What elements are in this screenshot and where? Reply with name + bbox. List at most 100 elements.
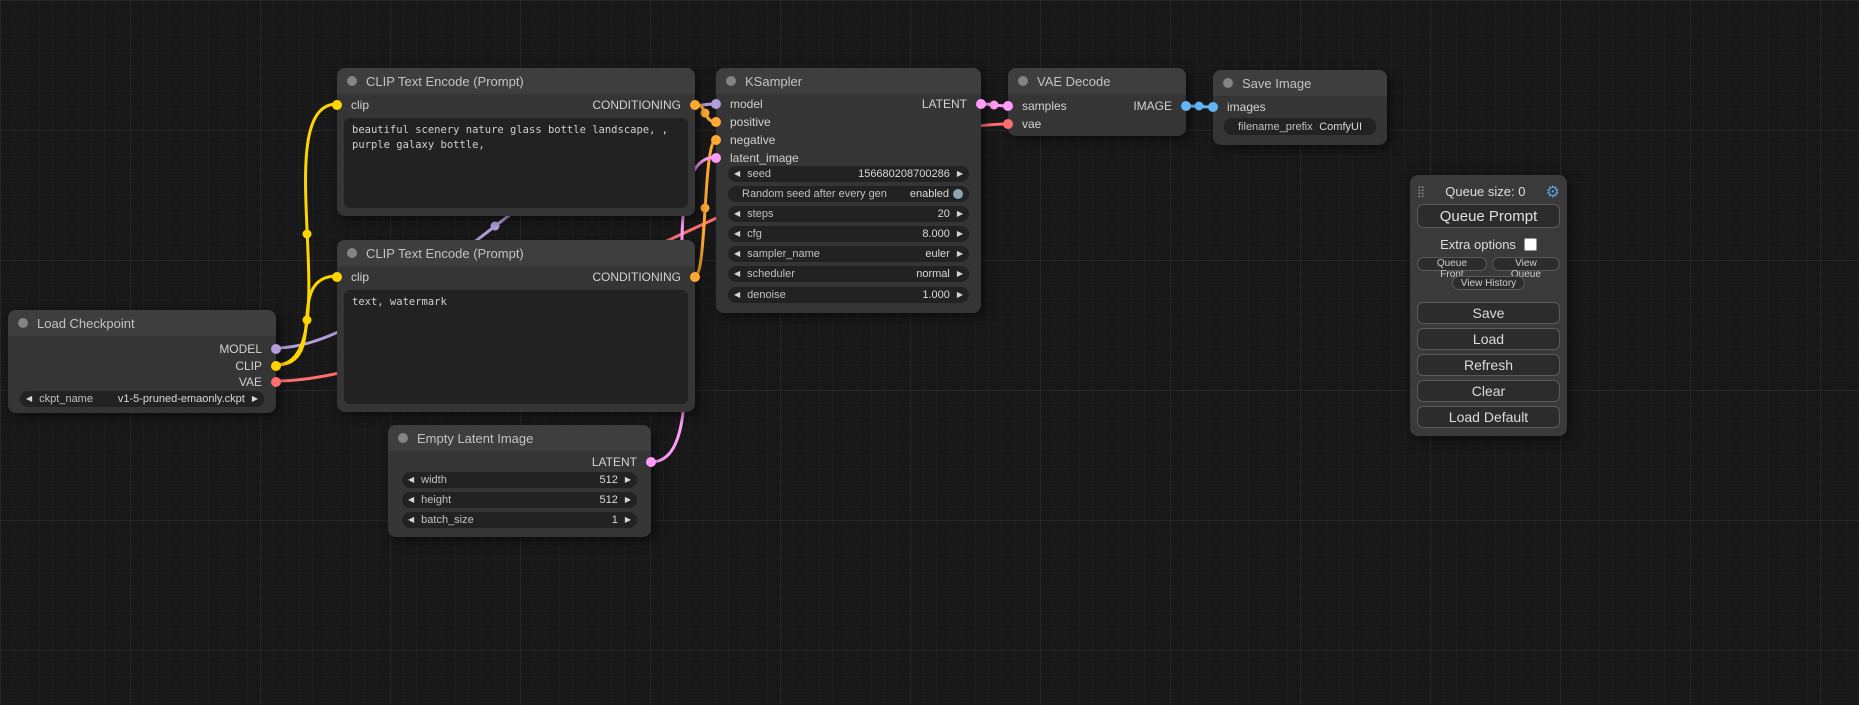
widget-label: Random seed after every gen — [742, 188, 887, 200]
output-slot-vae: VAE — [8, 373, 276, 390]
increment-arrow-icon[interactable]: ▶ — [625, 496, 631, 504]
width-widget[interactable]: ◀ width 512 ▶ — [402, 472, 637, 488]
slot-label: LATENT — [592, 455, 637, 469]
decrement-arrow-icon[interactable]: ◀ — [408, 476, 414, 484]
collapse-dot-icon[interactable] — [1018, 76, 1028, 86]
widget-value: euler — [925, 248, 949, 260]
widget-label: denoise — [747, 289, 786, 301]
slot-label: MODEL — [219, 342, 262, 356]
node-vae-decode[interactable]: VAE Decode samples IMAGE vae — [1008, 68, 1186, 136]
decrement-arrow-icon[interactable]: ◀ — [734, 270, 740, 278]
image-slot-dot[interactable] — [1208, 102, 1218, 112]
seed-widget[interactable]: ◀ seed 156680208700286 ▶ — [728, 166, 969, 182]
increment-arrow-icon[interactable]: ▶ — [625, 476, 631, 484]
model-slot-dot[interactable] — [271, 344, 281, 354]
decrement-arrow-icon[interactable]: ◀ — [26, 395, 32, 403]
widget-label: scheduler — [747, 268, 795, 280]
decrement-arrow-icon[interactable]: ◀ — [734, 291, 740, 299]
prompt-textarea[interactable]: beautiful scenery nature glass bottle la… — [344, 118, 688, 208]
queue-front-button[interactable]: Queue Front — [1417, 257, 1487, 271]
node-title-bar[interactable]: CLIP Text Encode (Prompt) — [337, 68, 695, 94]
node-title-bar[interactable]: Empty Latent Image — [388, 425, 651, 451]
steps-widget[interactable]: ◀ steps 20 ▶ — [728, 206, 969, 222]
collapse-dot-icon[interactable] — [18, 318, 28, 328]
increment-arrow-icon[interactable]: ▶ — [957, 291, 963, 299]
decrement-arrow-icon[interactable]: ◀ — [734, 170, 740, 178]
input-slot-positive: positive — [716, 113, 981, 130]
clip-slot-dot[interactable] — [271, 361, 281, 371]
filename-prefix-widget[interactable]: filename_prefix ComfyUI — [1224, 118, 1376, 135]
collapse-dot-icon[interactable] — [726, 76, 736, 86]
increment-arrow-icon[interactable]: ▶ — [957, 210, 963, 218]
node-load-checkpoint[interactable]: Load Checkpoint MODEL CLIP VAE ◀ ckpt_na… — [8, 310, 276, 413]
image-slot-dot[interactable] — [1181, 101, 1191, 111]
conditioning-slot-dot[interactable] — [711, 135, 721, 145]
wire-dot-model — [491, 222, 500, 231]
vae-slot-dot[interactable] — [271, 377, 281, 387]
node-title-bar[interactable]: KSampler — [716, 68, 981, 94]
decrement-arrow-icon[interactable]: ◀ — [734, 250, 740, 258]
node-empty-latent-image[interactable]: Empty Latent Image LATENT ◀ width 512 ▶ … — [388, 425, 651, 537]
denoise-widget[interactable]: ◀ denoise 1.000 ▶ — [728, 287, 969, 303]
scheduler-widget[interactable]: ◀ scheduler normal ▶ — [728, 266, 969, 282]
increment-arrow-icon[interactable]: ▶ — [957, 170, 963, 178]
latent-slot-dot[interactable] — [711, 153, 721, 163]
increment-arrow-icon[interactable]: ▶ — [957, 230, 963, 238]
decrement-arrow-icon[interactable]: ◀ — [734, 230, 740, 238]
cfg-widget[interactable]: ◀ cfg 8.000 ▶ — [728, 226, 969, 242]
batch-size-widget[interactable]: ◀ batch_size 1 ▶ — [402, 512, 637, 528]
node-clip-text-encode-positive[interactable]: CLIP Text Encode (Prompt) clip CONDITION… — [337, 68, 695, 216]
control-after-generate-widget[interactable]: Random seed after every gen enabled — [728, 186, 969, 202]
node-title-bar[interactable]: Load Checkpoint — [8, 310, 276, 336]
node-ksampler[interactable]: KSampler model LATENT positive negative … — [716, 68, 981, 313]
collapse-dot-icon[interactable] — [398, 433, 408, 443]
node-title-bar[interactable]: Save Image — [1213, 70, 1387, 96]
node-clip-text-encode-negative[interactable]: CLIP Text Encode (Prompt) clip CONDITION… — [337, 240, 695, 412]
widget-label: filename_prefix — [1238, 121, 1313, 133]
latent-slot-dot[interactable] — [646, 457, 656, 467]
sampler-name-widget[interactable]: ◀ sampler_name euler ▶ — [728, 246, 969, 262]
increment-arrow-icon[interactable]: ▶ — [957, 250, 963, 258]
settings-gear-icon[interactable]: ⚙ — [1546, 182, 1560, 201]
toggle-dot-icon[interactable] — [953, 189, 963, 199]
conditioning-slot-dot[interactable] — [690, 272, 700, 282]
decrement-arrow-icon[interactable]: ◀ — [408, 516, 414, 524]
collapse-dot-icon[interactable] — [347, 248, 357, 258]
slot-label: negative — [730, 133, 775, 147]
widget-label: sampler_name — [747, 248, 820, 260]
queue-prompt-button[interactable]: Queue Prompt — [1417, 204, 1560, 228]
view-queue-button[interactable]: View Queue — [1492, 257, 1560, 271]
collapse-dot-icon[interactable] — [1223, 78, 1233, 88]
increment-arrow-icon[interactable]: ▶ — [625, 516, 631, 524]
decrement-arrow-icon[interactable]: ◀ — [734, 210, 740, 218]
extra-options-checkbox[interactable] — [1524, 238, 1537, 251]
drag-handle-icon[interactable]: ⣿ — [1417, 185, 1425, 198]
load-button[interactable]: Load — [1417, 328, 1560, 350]
load-default-button[interactable]: Load Default — [1417, 406, 1560, 428]
conditioning-slot-dot[interactable] — [690, 100, 700, 110]
widget-value: 1.000 — [922, 289, 950, 301]
refresh-button[interactable]: Refresh — [1417, 354, 1560, 376]
queue-panel-header: ⣿ Queue size: 0 ⚙ — [1417, 181, 1560, 201]
collapse-dot-icon[interactable] — [347, 76, 357, 86]
widget-value: ComfyUI — [1319, 121, 1362, 133]
ckpt-name-widget[interactable]: ◀ ckpt_name v1-5-pruned-emaonly.ckpt ▶ — [20, 391, 264, 407]
increment-arrow-icon[interactable]: ▶ — [252, 395, 258, 403]
node-title-bar[interactable]: VAE Decode — [1008, 68, 1186, 94]
decrement-arrow-icon[interactable]: ◀ — [408, 496, 414, 504]
vae-slot-dot[interactable] — [1003, 119, 1013, 129]
clear-button[interactable]: Clear — [1417, 380, 1560, 402]
latent-slot-dot[interactable] — [976, 99, 986, 109]
increment-arrow-icon[interactable]: ▶ — [957, 270, 963, 278]
node-save-image[interactable]: Save Image images filename_prefix ComfyU… — [1213, 70, 1387, 145]
widget-value: 1 — [612, 514, 618, 526]
node-title-bar[interactable]: CLIP Text Encode (Prompt) — [337, 240, 695, 266]
height-widget[interactable]: ◀ height 512 ▶ — [402, 492, 637, 508]
queue-panel: ⣿ Queue size: 0 ⚙ Queue Prompt Extra opt… — [1410, 175, 1567, 436]
conditioning-slot-dot[interactable] — [711, 117, 721, 127]
prompt-textarea[interactable]: text, watermark — [344, 290, 688, 404]
widget-value: v1-5-pruned-emaonly.ckpt — [118, 393, 245, 405]
widget-value: 512 — [599, 494, 617, 506]
view-history-button[interactable]: View History — [1452, 276, 1525, 290]
save-button[interactable]: Save — [1417, 302, 1560, 324]
